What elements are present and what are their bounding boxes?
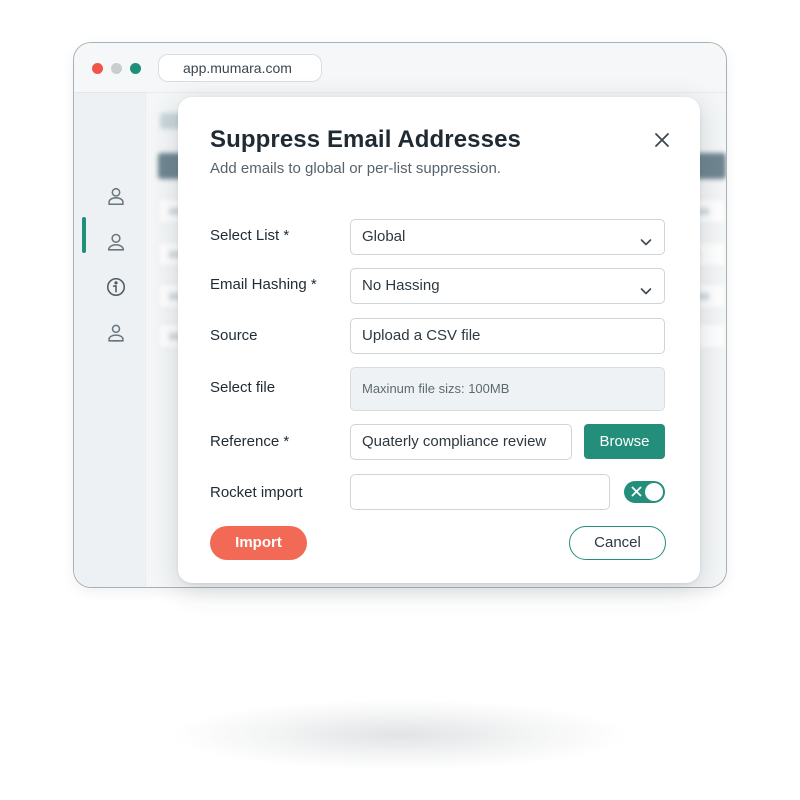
file-size-hint: Maxinum file sizs: 100MB bbox=[362, 381, 510, 396]
modal-subtitle: Add emails to global or per-list suppres… bbox=[210, 160, 501, 177]
reference-value: Quaterly compliance review bbox=[362, 433, 547, 450]
user-circle-icon[interactable] bbox=[105, 231, 127, 253]
select-file-label: Select file bbox=[210, 379, 276, 396]
close-icon[interactable] bbox=[652, 130, 672, 150]
chevron-down-icon bbox=[638, 278, 654, 295]
file-drop-field[interactable]: Maxinum file sizs: 100MB bbox=[350, 367, 665, 411]
reference-input[interactable]: Quaterly compliance review bbox=[350, 424, 572, 460]
rocket-import-label: Rocket import bbox=[210, 484, 303, 501]
toggle-knob bbox=[645, 483, 663, 501]
email-hashing-value: No Hassing bbox=[362, 277, 440, 294]
reference-label: Reference * bbox=[210, 433, 290, 450]
cancel-button[interactable]: Cancel bbox=[569, 526, 666, 560]
source-value: Upload a CSV file bbox=[362, 327, 481, 344]
chevron-down-icon bbox=[638, 229, 654, 246]
browser-titlebar: app.mumara.com bbox=[74, 43, 726, 93]
suppress-email-modal: Suppress Email Addresses Add emails to g… bbox=[178, 97, 700, 583]
modal-title: Suppress Email Addresses bbox=[210, 126, 521, 153]
browse-button[interactable]: Browse bbox=[584, 424, 665, 459]
window-close-dot[interactable] bbox=[92, 63, 103, 74]
email-hashing-dropdown[interactable]: No Hassing bbox=[350, 268, 665, 304]
sidebar bbox=[74, 93, 146, 587]
sidebar-active-indicator bbox=[82, 217, 86, 253]
user-icon[interactable] bbox=[105, 185, 127, 207]
window-minimize-dot[interactable] bbox=[111, 63, 122, 74]
select-list-label: Select List * bbox=[210, 227, 290, 244]
email-hashing-label: Email Hashing * bbox=[210, 276, 317, 293]
select-list-value: Global bbox=[362, 228, 406, 245]
rocket-import-toggle[interactable] bbox=[624, 481, 665, 503]
import-button[interactable]: Import bbox=[210, 526, 307, 560]
rocket-import-input[interactable] bbox=[350, 474, 610, 510]
select-list-dropdown[interactable]: Global bbox=[350, 219, 665, 255]
address-bar[interactable]: app.mumara.com bbox=[158, 54, 322, 82]
window-maximize-dot[interactable] bbox=[130, 63, 141, 74]
close-x-icon bbox=[630, 485, 643, 498]
source-input[interactable]: Upload a CSV file bbox=[350, 318, 665, 354]
source-label: Source bbox=[210, 327, 258, 344]
floor-shadow bbox=[175, 700, 625, 770]
info-shield-icon[interactable] bbox=[105, 276, 127, 298]
user-badge-icon[interactable] bbox=[105, 322, 127, 344]
